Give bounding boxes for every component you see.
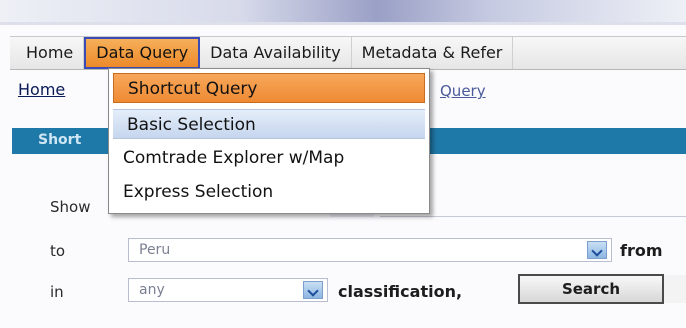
- breadcrumb-query-link[interactable]: Query: [440, 82, 486, 100]
- show-label: Show: [50, 198, 91, 216]
- breadcrumb: Home: [18, 80, 65, 99]
- classification-label: classification,: [338, 282, 463, 301]
- nav-metadata-reference[interactable]: Metadata & Refer: [352, 37, 514, 69]
- chevron-down-icon[interactable]: [303, 281, 323, 299]
- browser-top-band: [0, 0, 686, 22]
- breadcrumb-home-link[interactable]: Home: [18, 80, 65, 99]
- to-country-value: Peru: [139, 242, 171, 258]
- from-label: from: [620, 241, 663, 260]
- classification-select[interactable]: any: [128, 278, 328, 302]
- main-nav-bar: Home Data Query Data Availability Metada…: [10, 36, 686, 70]
- nav-data-availability[interactable]: Data Availability: [200, 37, 352, 69]
- nav-data-query[interactable]: Data Query: [84, 37, 201, 69]
- search-button[interactable]: Search: [518, 274, 686, 304]
- data-query-dropdown-menu: Shortcut Query Basic Selection Comtrade …: [108, 68, 430, 214]
- menu-item-basic-selection[interactable]: Basic Selection: [113, 109, 425, 139]
- to-country-select[interactable]: Peru: [128, 238, 612, 262]
- chevron-down-icon[interactable]: [587, 241, 607, 259]
- section-title: Short: [38, 132, 82, 148]
- menu-item-comtrade-explorer[interactable]: Comtrade Explorer w/Map: [109, 143, 429, 173]
- nav-home[interactable]: Home: [10, 37, 85, 69]
- menu-item-express-selection[interactable]: Express Selection: [109, 177, 429, 207]
- classification-value: any: [139, 282, 165, 298]
- in-label: in: [50, 283, 64, 301]
- menu-item-shortcut-query[interactable]: Shortcut Query: [113, 73, 425, 103]
- to-label: to: [50, 242, 66, 260]
